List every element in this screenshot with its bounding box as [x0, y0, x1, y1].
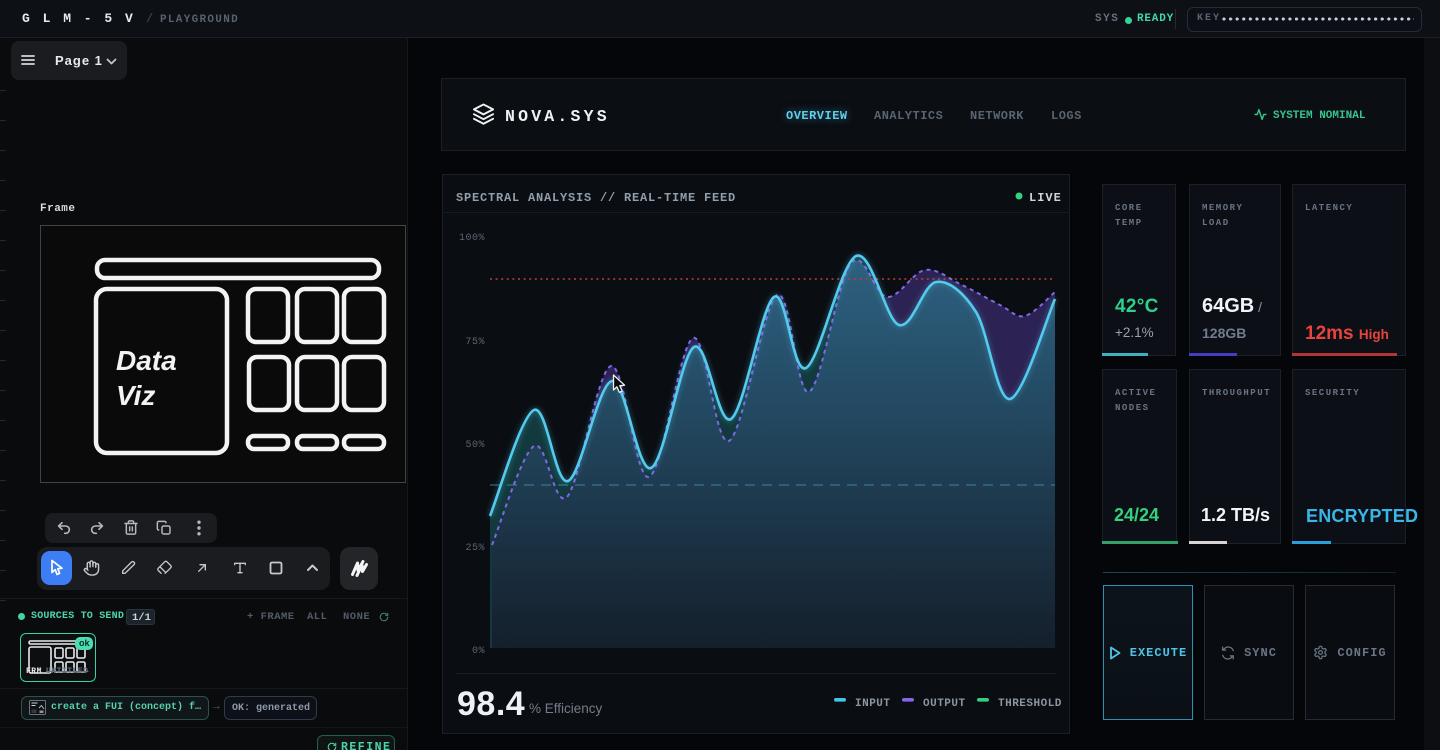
svg-text:25%: 25% — [465, 543, 485, 554]
svg-text:LIVE: LIVE — [1029, 191, 1062, 205]
svg-text:100%: 100% — [459, 233, 485, 244]
svg-text:INPUT: INPUT — [855, 698, 891, 710]
svg-text:Data: Data — [116, 345, 177, 376]
svg-text:75%: 75% — [465, 337, 485, 348]
svg-text:0%: 0% — [472, 646, 485, 657]
svg-text:Viz: Viz — [116, 380, 155, 411]
svg-text:50%: 50% — [465, 440, 485, 451]
svg-text:SPECTRAL ANALYSIS // REAL-TIME: SPECTRAL ANALYSIS // REAL-TIME FEED — [456, 191, 736, 205]
svg-text:THRESHOLD: THRESHOLD — [998, 698, 1062, 710]
svg-text:OUTPUT: OUTPUT — [923, 698, 966, 710]
svg-text:% Efficiency: % Efficiency — [529, 701, 603, 716]
svg-text:98.4: 98.4 — [457, 685, 525, 723]
